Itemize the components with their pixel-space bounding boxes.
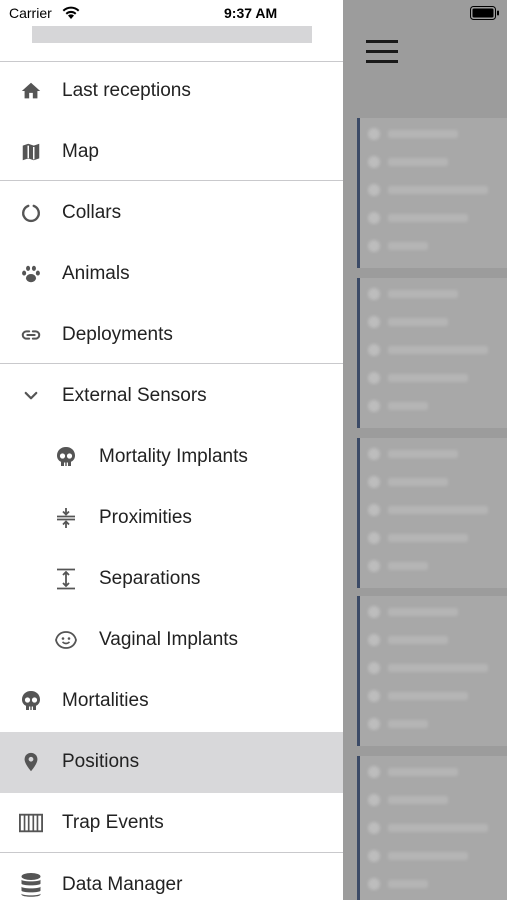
menu-item-proximities[interactable]: Proximities xyxy=(0,488,343,549)
clock: 9:37 AM xyxy=(224,5,278,21)
menu-item-mortality-implants[interactable]: Mortality Implants xyxy=(0,427,343,488)
menu-item-label: Proximities xyxy=(99,507,192,528)
menu-item-vaginal-implants[interactable]: Vaginal Implants xyxy=(0,610,343,671)
menu-item-external-sensors[interactable]: External Sensors xyxy=(0,366,343,427)
link-icon xyxy=(19,323,43,347)
menu-item-separations[interactable]: Separations xyxy=(0,549,343,610)
account-header-placeholder xyxy=(32,26,312,43)
menu-item-label: Data Manager xyxy=(62,874,183,895)
paw-icon xyxy=(19,262,43,286)
location-pin-icon xyxy=(19,750,43,774)
trap-icon xyxy=(19,811,43,835)
background-card xyxy=(357,118,507,268)
background-card xyxy=(357,278,507,428)
menu-item-positions[interactable]: Positions xyxy=(0,732,343,793)
menu-item-deployments[interactable]: Deployments xyxy=(0,305,343,366)
background-card xyxy=(357,596,507,746)
carrier-label: Carrier xyxy=(9,5,52,21)
battery-icon xyxy=(470,6,500,25)
divider xyxy=(0,363,343,364)
background-card xyxy=(357,438,507,588)
menu-item-collars[interactable]: Collars xyxy=(0,183,343,244)
background-card xyxy=(357,756,507,900)
menu-item-label: Deployments xyxy=(62,324,173,345)
chevron-down-icon[interactable] xyxy=(19,384,43,408)
menu-item-data-manager[interactable]: Data Manager xyxy=(0,855,343,916)
menu-item-label: Animals xyxy=(62,263,130,284)
skull-icon xyxy=(54,445,78,469)
status-bar: Carrier 9:37 AM xyxy=(0,0,507,28)
wifi-icon xyxy=(61,5,81,25)
menu-item-map[interactable]: Map xyxy=(0,122,343,183)
menu-item-label: Collars xyxy=(62,202,122,223)
menu-item-label: Map xyxy=(62,141,99,162)
menu-item-label: Last receptions xyxy=(62,80,191,101)
navigation-drawer: Last receptions Map Collars Animals Depl… xyxy=(0,0,343,900)
collar-ring-icon xyxy=(19,201,43,225)
divider xyxy=(0,852,343,853)
background-app-scrim[interactable] xyxy=(343,0,507,900)
menu-item-label: External Sensors xyxy=(62,385,207,406)
divider xyxy=(0,180,343,181)
home-icon xyxy=(19,79,43,103)
menu-item-label: Vaginal Implants xyxy=(99,629,239,650)
menu-item-label: Positions xyxy=(62,751,140,772)
face-icon xyxy=(54,628,78,652)
menu-item-label: Mortalities xyxy=(62,690,149,711)
menu-item-label: Trap Events xyxy=(62,812,164,833)
separation-icon xyxy=(54,567,78,591)
map-icon xyxy=(19,140,43,164)
menu-item-mortalities[interactable]: Mortalities xyxy=(0,671,343,732)
proximity-icon xyxy=(54,506,78,530)
menu-item-trap-events[interactable]: Trap Events xyxy=(0,793,343,854)
menu-item-label: Separations xyxy=(99,568,201,589)
menu-item-label: Mortality Implants xyxy=(99,446,248,467)
menu-item-animals[interactable]: Animals xyxy=(0,244,343,305)
database-icon xyxy=(19,873,43,897)
menu-item-last-receptions[interactable]: Last receptions xyxy=(0,61,343,122)
hamburger-menu-icon[interactable] xyxy=(366,40,398,64)
skull-icon xyxy=(19,689,43,713)
